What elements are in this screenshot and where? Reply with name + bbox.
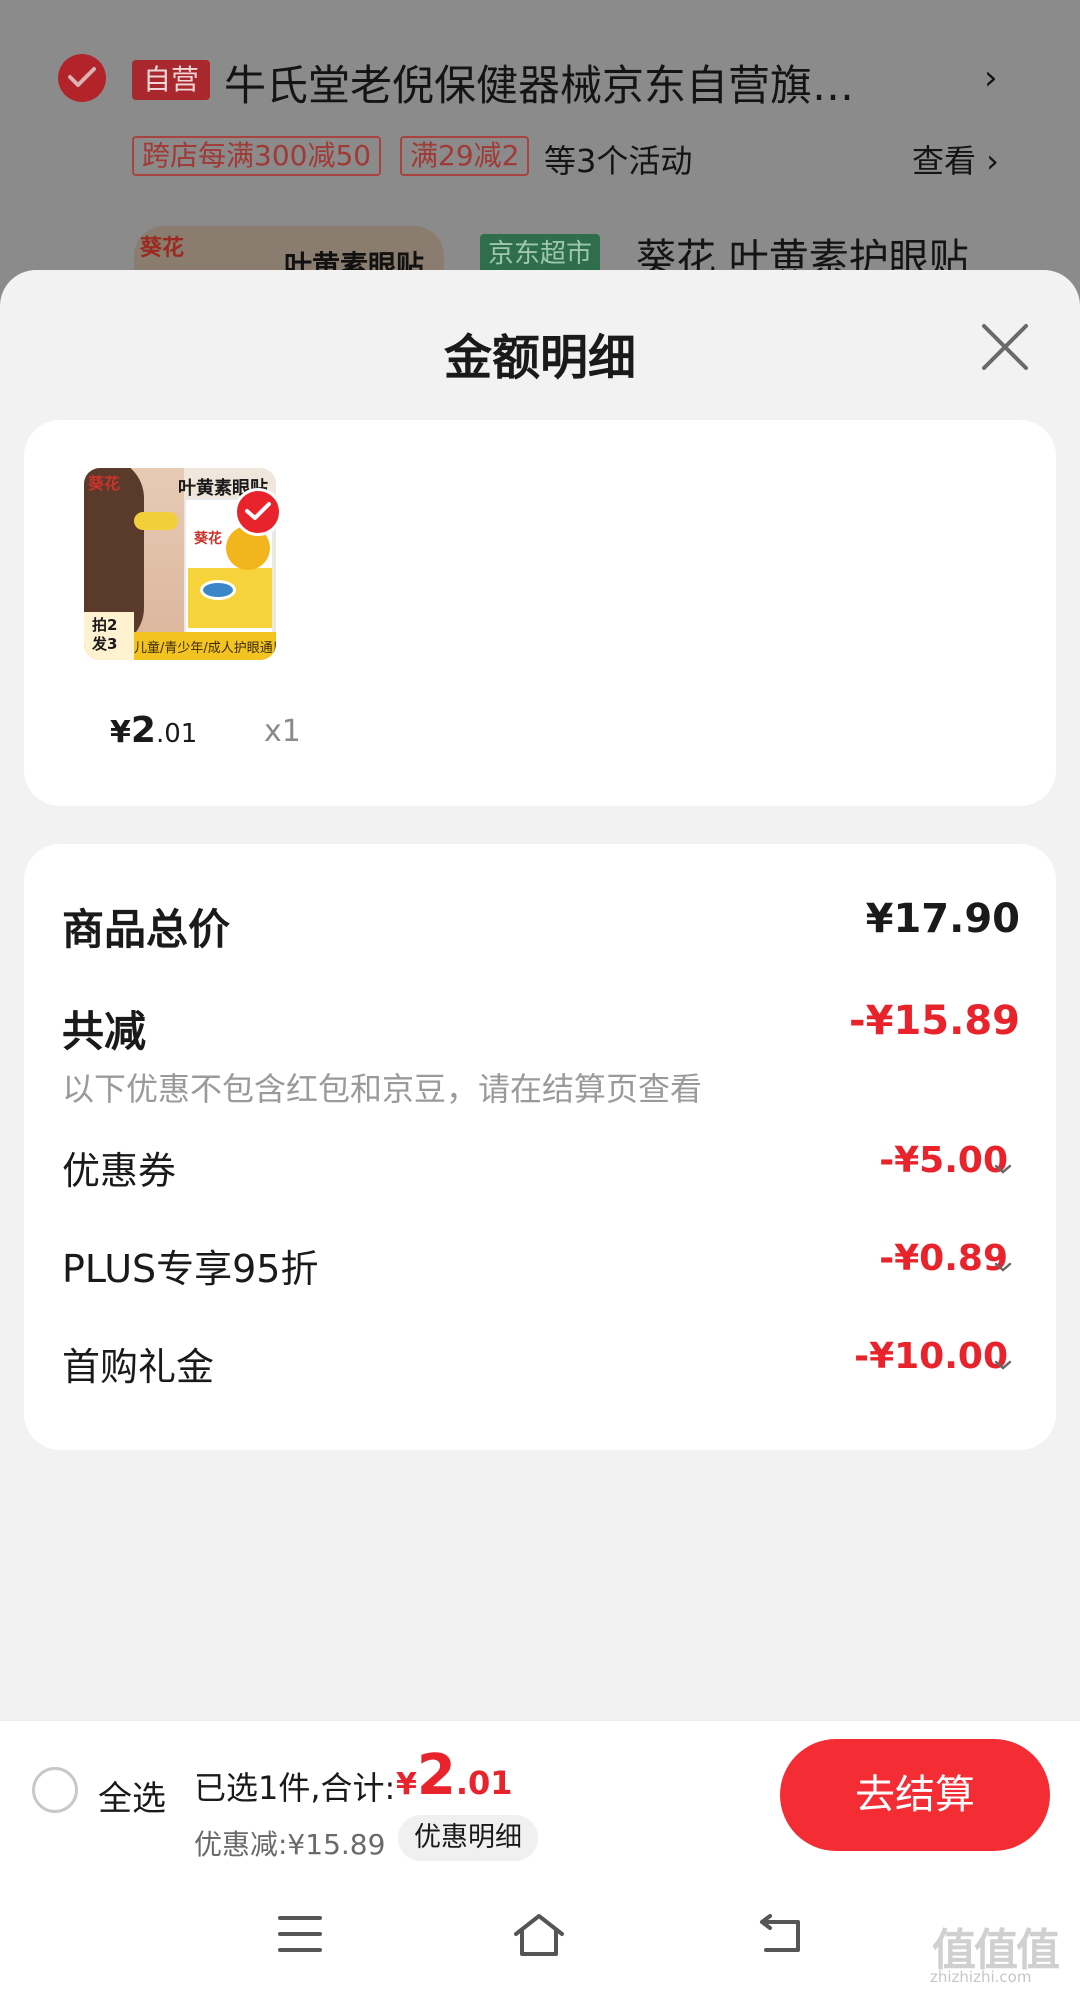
shop-name[interactable]: 牛氏堂老倪保健器械京东自营旗… bbox=[224, 52, 854, 113]
promo-tag: 跨店每满300减50 bbox=[132, 136, 382, 176]
product-price: ¥2.01 bbox=[110, 710, 197, 751]
watermark-url: zhizhizhi.com bbox=[930, 1968, 1032, 1986]
summary-card: 商品总价 ¥17.90 共减 -¥15.89 以下优惠不包含红包和京豆，请在结算… bbox=[24, 844, 1056, 1450]
eye-icon bbox=[200, 580, 236, 600]
sheet-title: 金额明细 bbox=[443, 330, 636, 386]
total-decimal: .01 bbox=[455, 1764, 513, 1802]
image-corner-label: 拍2 发3 bbox=[84, 612, 134, 660]
coupon-value[interactable]: -¥5.00 bbox=[879, 1140, 1008, 1181]
checkout-bar: 全选 已选1件,合计: ¥2.01 优惠减:¥15.89 优惠明细 去结算 bbox=[0, 1720, 1080, 1872]
product-check-icon[interactable] bbox=[234, 488, 282, 536]
total-price-value: ¥17.90 bbox=[865, 896, 1020, 942]
image-box-band bbox=[188, 568, 272, 628]
chevron-right-icon[interactable]: › bbox=[984, 58, 998, 98]
close-icon[interactable] bbox=[978, 320, 1032, 374]
total-reduction-value: -¥15.89 bbox=[849, 998, 1020, 1044]
home-icon[interactable] bbox=[510, 1912, 568, 1960]
first-purchase-gift-value[interactable]: -¥10.00 bbox=[854, 1336, 1008, 1377]
checkout-button[interactable]: 去结算 bbox=[780, 1739, 1050, 1851]
thumbnail-brand: 葵花 bbox=[140, 236, 185, 261]
view-promos-link[interactable]: 查看 › bbox=[912, 136, 999, 182]
back-icon[interactable] bbox=[756, 1912, 806, 1956]
cart-total-price: ¥2.01 bbox=[396, 1743, 513, 1808]
shop-check-icon[interactable] bbox=[58, 54, 106, 102]
select-all-label[interactable]: 全选 bbox=[98, 1771, 166, 1820]
promo-more-text: 等3个活动 bbox=[544, 142, 693, 180]
image-eyepatch bbox=[134, 512, 178, 530]
reduction-note: 以下优惠不包含红包和京豆，请在结算页查看 bbox=[62, 1070, 703, 1108]
image-brand-logo: 葵花 bbox=[88, 474, 121, 493]
chevron-down-icon[interactable] bbox=[994, 1164, 1012, 1174]
total-price-label: 商品总价 bbox=[62, 905, 231, 954]
image-brand-small: 葵花 bbox=[194, 531, 222, 547]
self-operated-badge: 自营 bbox=[132, 60, 210, 100]
chevron-down-icon[interactable] bbox=[994, 1262, 1012, 1272]
plus-discount-value[interactable]: -¥0.89 bbox=[879, 1238, 1008, 1279]
discount-text: 优惠减:¥15.89 bbox=[194, 1828, 386, 1861]
select-all-radio[interactable] bbox=[32, 1767, 78, 1813]
plus-discount-label: PLUS专享95折 bbox=[62, 1247, 319, 1291]
chevron-down-icon[interactable] bbox=[994, 1360, 1012, 1370]
price-currency: ¥ bbox=[110, 715, 131, 750]
first-purchase-gift-label: 首购礼金 bbox=[62, 1345, 215, 1389]
coupon-label: 优惠券 bbox=[62, 1149, 177, 1193]
image-band-text: 儿童/青少年/成人护眼通用 bbox=[134, 641, 276, 656]
price-decimal: .01 bbox=[155, 719, 198, 749]
selected-count-text: 已选1件,合计: bbox=[194, 1769, 396, 1807]
total-reduction-label: 共减 bbox=[62, 1007, 147, 1056]
cart-background: 自营 牛氏堂老倪保健器械京东自营旗… › 跨店每满300减50 满29减2 等3… bbox=[0, 0, 1080, 296]
jd-supermarket-badge: 京东超市 bbox=[480, 234, 601, 274]
product-card: 叶黄素眼贴 葵花 葵花 儿童/青少年/成人护眼通用 拍2 发3 ¥2.01 x1 bbox=[24, 420, 1056, 806]
price-integer: 2 bbox=[130, 710, 156, 751]
product-quantity: x1 bbox=[264, 714, 301, 749]
total-integer: 2 bbox=[416, 1743, 456, 1808]
menu-icon[interactable] bbox=[276, 1912, 324, 1956]
total-currency: ¥ bbox=[396, 1767, 417, 1802]
discount-detail-button[interactable]: 优惠明细 bbox=[398, 1815, 538, 1861]
system-nav-bar: 值值值 zhizhizhi.com bbox=[0, 1872, 1080, 1996]
promo-tag: 满29减2 bbox=[400, 136, 530, 176]
